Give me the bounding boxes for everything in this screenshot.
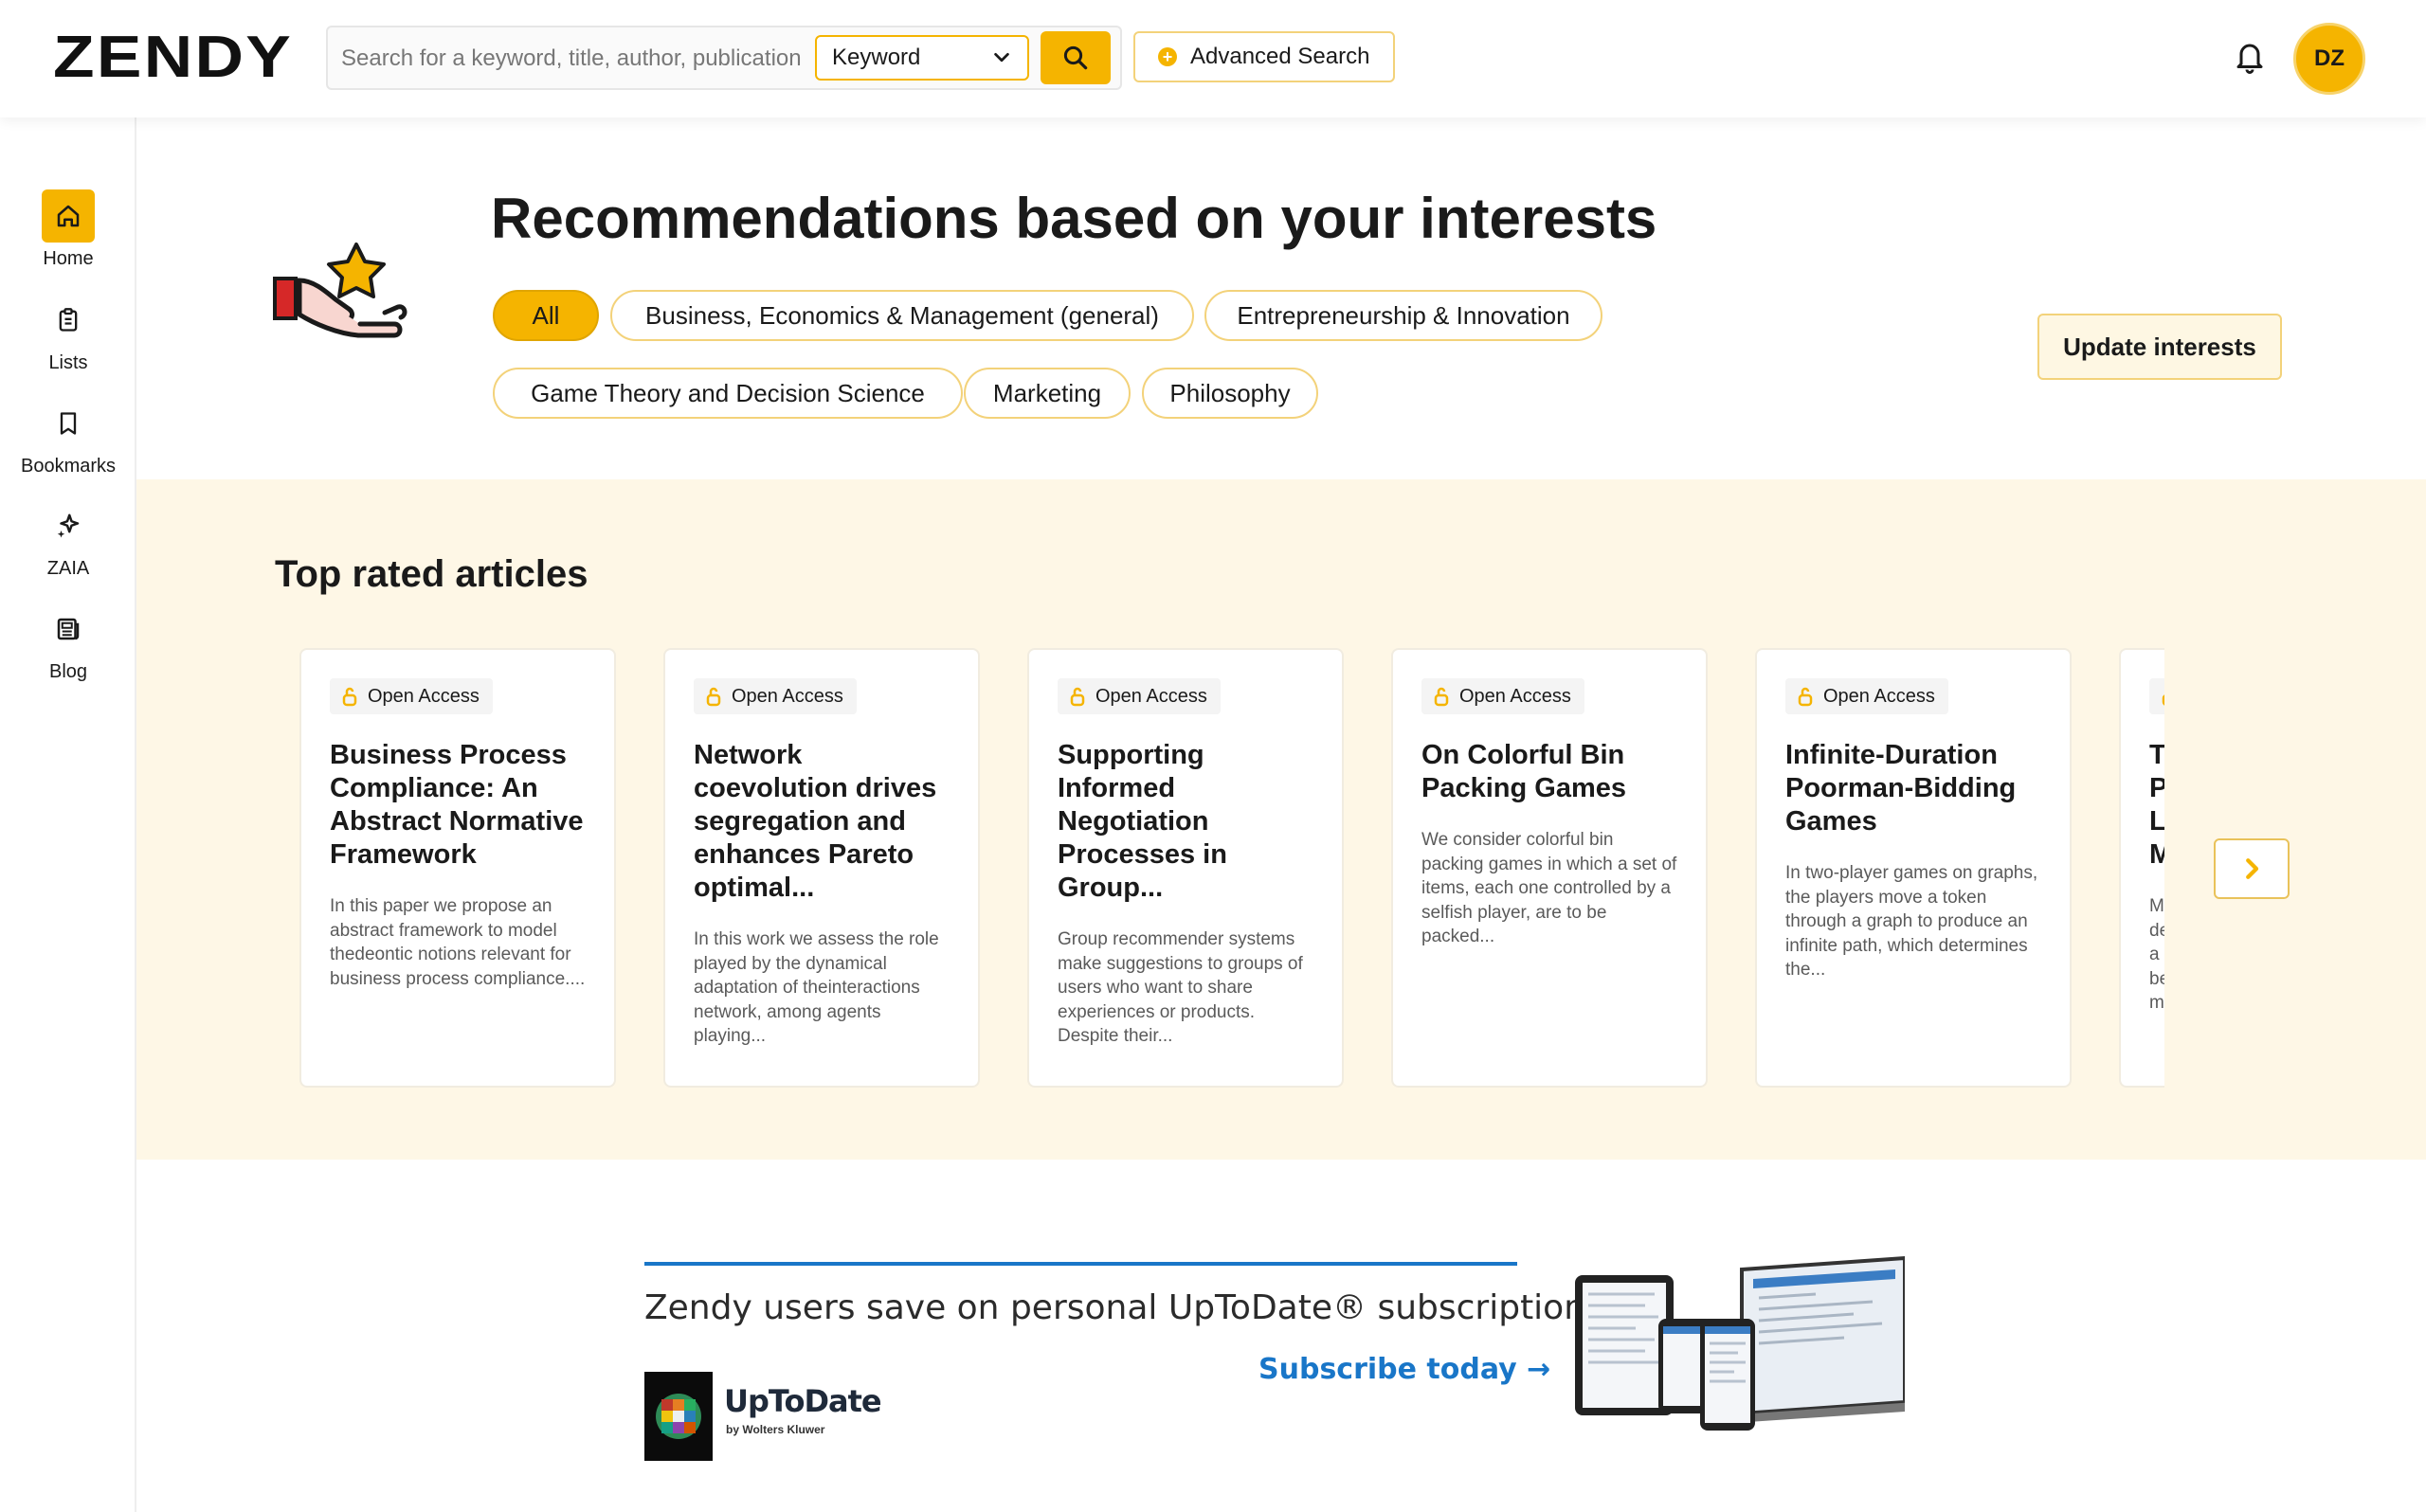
sidebar: Home Lists Bookmarks ZAIA Blog (0, 117, 136, 1512)
search-type-select[interactable]: Keyword (815, 35, 1029, 81)
article-abstract: M de a be m (2149, 896, 2164, 1013)
open-access-badge: Open Access (1058, 678, 1221, 714)
section-title: Top rated articles (275, 553, 588, 595)
search-button[interactable] (1041, 31, 1111, 84)
article-title[interactable]: T P L M (2149, 739, 2164, 872)
devices-illustration (1575, 1256, 1905, 1431)
chip-label: Entrepreneurship & Innovation (1237, 300, 1570, 330)
chip-label: All (532, 300, 560, 330)
badge-label: Open Access (1459, 685, 1571, 707)
sidebar-item-zaia[interactable]: ZAIA (0, 499, 136, 580)
article-card[interactable]: Open Access Business Process Compliance:… (299, 648, 616, 1088)
interest-chip-game-theory[interactable]: Game Theory and Decision Science (493, 368, 963, 419)
ad-divider (644, 1262, 1517, 1266)
search-icon (1063, 45, 1088, 70)
badge-label: Open Access (1823, 685, 1935, 707)
article-card[interactable]: Open Access T P L M M de a be m (2119, 648, 2164, 1088)
sparkle-icon (42, 499, 95, 552)
page-title: Recommendations based on your interests (491, 187, 1657, 250)
article-abstract: Group recommender systems make suggestio… (1058, 929, 1303, 1046)
articles-carousel: Open Access Business Process Compliance:… (294, 648, 2164, 1089)
chevron-down-icon (994, 52, 1009, 63)
subscribe-link[interactable]: Subscribe today → (1258, 1353, 1550, 1386)
interest-chip-philosophy[interactable]: Philosophy (1142, 368, 1318, 419)
advanced-search-button[interactable]: + Advanced Search (1133, 31, 1395, 82)
advanced-search-label: Advanced Search (1190, 44, 1370, 69)
search-bar: Keyword (326, 26, 1122, 90)
badge-label: Open Access (1095, 685, 1207, 707)
bell-icon (2236, 44, 2263, 74)
badge-label: Open Access (368, 685, 480, 707)
article-card[interactable]: Open Access Supporting Informed Negotiat… (1027, 648, 1344, 1088)
sidebar-item-bookmarks[interactable]: Bookmarks (0, 397, 136, 477)
update-interests-button[interactable]: Update interests (2037, 314, 2282, 380)
uptodate-logo (644, 1372, 713, 1461)
article-abstract: We consider colorful bin packing games i… (1421, 830, 1677, 946)
interest-chip-entrepreneurship[interactable]: Entrepreneurship & Innovation (1204, 290, 1602, 341)
article-abstract: In two-player games on graphs, the playe… (1785, 863, 2038, 980)
open-access-badge: Open Access (1785, 678, 1948, 714)
logo-text: ZENDY (53, 24, 294, 90)
open-lock-icon (706, 687, 721, 707)
hand-star-illustration (273, 243, 407, 338)
carousel-next-button[interactable] (2214, 838, 2290, 899)
chevron-right-icon (2246, 858, 2259, 879)
article-abstract: In this work we assess the role played b… (694, 929, 939, 1046)
sidebar-item-label: Lists (48, 352, 88, 373)
interest-chip-all[interactable]: All (493, 290, 599, 341)
sidebar-item-home[interactable]: Home (0, 189, 136, 270)
uptodate-subtitle: by Wolters Kluwer (726, 1423, 825, 1436)
search-type-value: Keyword (832, 45, 921, 70)
open-lock-icon (342, 687, 357, 707)
article-title[interactable]: On Colorful Bin Packing Games (1421, 739, 1677, 805)
open-access-badge: Open Access (330, 678, 493, 714)
open-access-badge: Open Access (694, 678, 857, 714)
home-icon (42, 189, 95, 243)
sidebar-item-lists[interactable]: Lists (0, 294, 136, 374)
plus-icon: + (1158, 47, 1177, 66)
chip-label: Marketing (992, 378, 1102, 407)
sidebar-item-label: Bookmarks (20, 456, 117, 477)
article-card[interactable]: Open Access On Colorful Bin Packing Game… (1391, 648, 1708, 1088)
sidebar-item-label: Blog (48, 661, 88, 682)
open-lock-icon (1798, 687, 1813, 707)
article-card[interactable]: Open Access Network coevolution drives s… (663, 648, 980, 1088)
sidebar-item-label: Home (43, 248, 94, 269)
update-interests-label: Update interests (2063, 332, 2256, 361)
article-abstract: In this paper we propose an abstract fra… (330, 896, 586, 989)
badge-label: Open Access (732, 685, 843, 707)
clipboard-icon (42, 294, 95, 347)
chip-label: Philosophy (1169, 378, 1291, 407)
sidebar-item-blog[interactable]: Blog (0, 603, 136, 683)
sidebar-item-label: ZAIA (46, 558, 90, 579)
open-access-badge: Open Access (1421, 678, 1584, 714)
interest-chip-marketing[interactable]: Marketing (964, 368, 1131, 419)
article-card[interactable]: Open Access Infinite-Duration Poorman-Bi… (1755, 648, 2072, 1088)
open-lock-icon (1434, 687, 1449, 707)
chip-label: Business, Economics & Management (genera… (645, 300, 1159, 330)
article-title[interactable]: Business Process Compliance: An Abstract… (330, 739, 586, 872)
open-access-badge: Open Access (2149, 678, 2164, 714)
newspaper-icon (42, 603, 95, 656)
open-lock-icon (1070, 687, 1085, 707)
article-title[interactable]: Supporting Informed Negotiation Processe… (1058, 739, 1313, 905)
open-lock-icon (2162, 694, 2164, 706)
bookmark-icon (42, 397, 95, 450)
chip-label: Game Theory and Decision Science (531, 378, 925, 407)
notifications-button[interactable] (2233, 38, 2267, 76)
article-title[interactable]: Network coevolution drives segregation a… (694, 739, 950, 905)
avatar-initials: DZ (2314, 45, 2345, 71)
interest-chip-business[interactable]: Business, Economics & Management (genera… (610, 290, 1194, 341)
ad-headline: Zendy users save on personal UpToDate® s… (644, 1288, 1603, 1327)
article-title[interactable]: Infinite-Duration Poorman-Bidding Games (1785, 739, 2041, 838)
top-header: ZENDY Keyword + Advanced Search DZ (0, 0, 2426, 117)
search-input[interactable] (341, 41, 806, 77)
uptodate-brand: UpToDate (724, 1383, 882, 1419)
zendy-logo[interactable]: ZENDY (53, 25, 291, 90)
user-avatar[interactable]: DZ (2293, 23, 2365, 95)
